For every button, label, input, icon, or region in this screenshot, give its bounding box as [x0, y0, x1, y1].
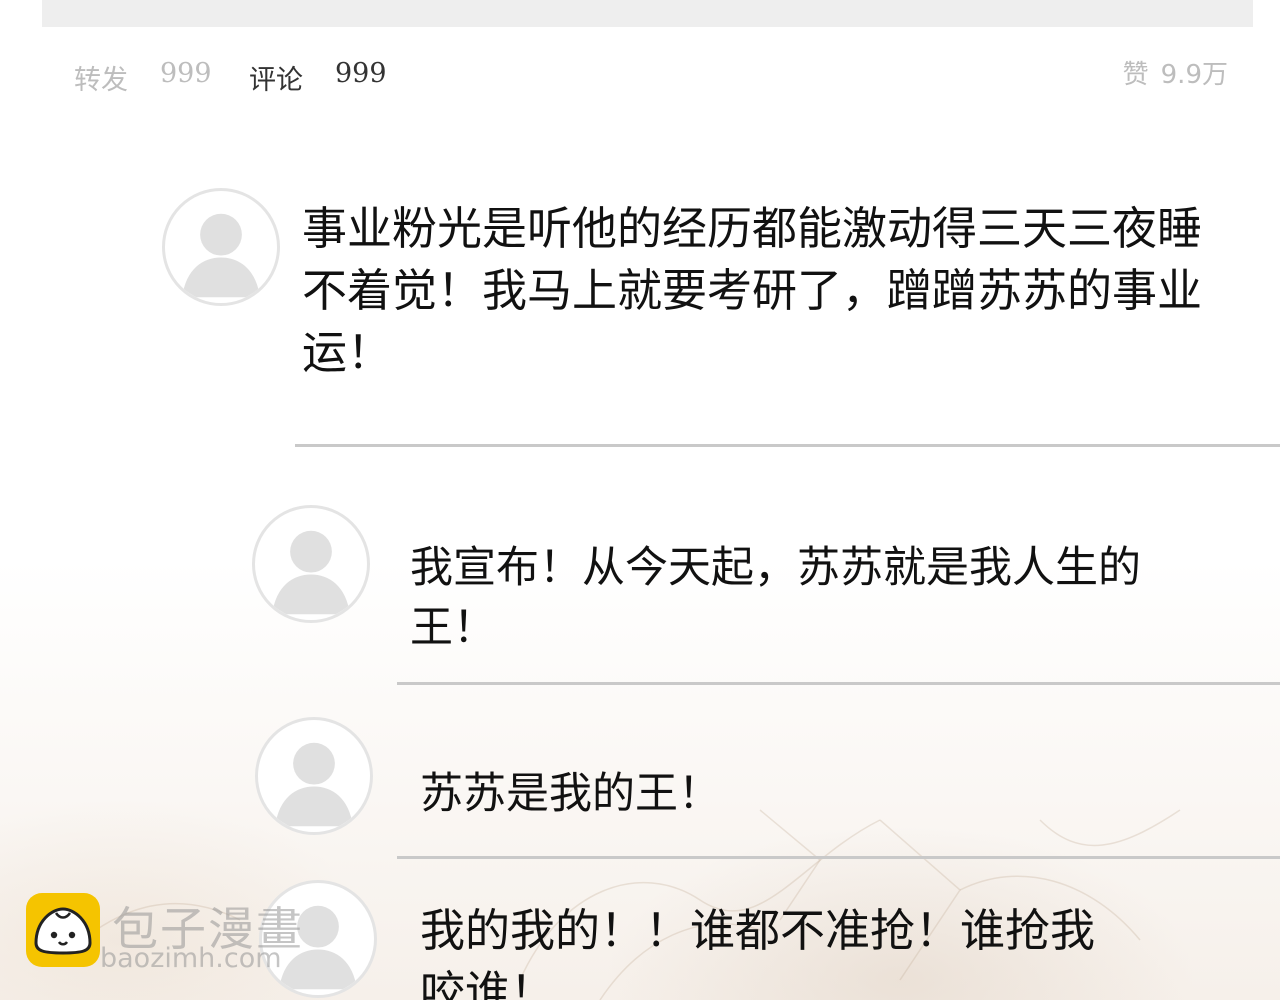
like-stat[interactable]: 赞 9.9万	[1123, 54, 1228, 91]
commenter-avatar[interactable]	[252, 505, 370, 623]
comment-count: 999	[335, 58, 387, 89]
comment-text: 苏苏是我的王！	[420, 769, 721, 819]
site-watermark: 包子漫畫 baozimh.com	[26, 893, 326, 977]
commenter-avatar[interactable]	[255, 717, 373, 835]
baozi-logo-icon	[26, 893, 100, 967]
comment-label[interactable]: 评论	[249, 58, 303, 97]
default-avatar-icon	[272, 530, 350, 615]
comment-divider	[295, 444, 1280, 447]
repost-count: 999	[160, 58, 212, 89]
default-avatar-icon	[182, 213, 260, 298]
comment-text: 事业粉光是听他的经历都能激动得三天三夜睡不着觉！我马上就要考研了，蹭蹭苏苏的事业…	[302, 202, 1203, 379]
comment-divider	[397, 856, 1280, 859]
repost-label[interactable]: 转发	[74, 58, 128, 97]
commenter-avatar[interactable]	[162, 188, 280, 306]
comment-text: 我的我的！！谁都不准抢！谁抢我咬谁！	[420, 904, 1096, 1000]
default-avatar-icon	[275, 742, 353, 827]
comment-text: 我宣布！从今天起，苏苏就是我人生的王！	[410, 543, 1141, 653]
watermark-url: baozimh.com	[100, 943, 282, 974]
like-count: 9.9万	[1160, 60, 1228, 90]
post-stats-row: 转发 999 评论 999 赞 9.9万	[0, 0, 1280, 110]
comment-divider	[397, 682, 1280, 685]
like-label: 赞	[1122, 60, 1149, 90]
